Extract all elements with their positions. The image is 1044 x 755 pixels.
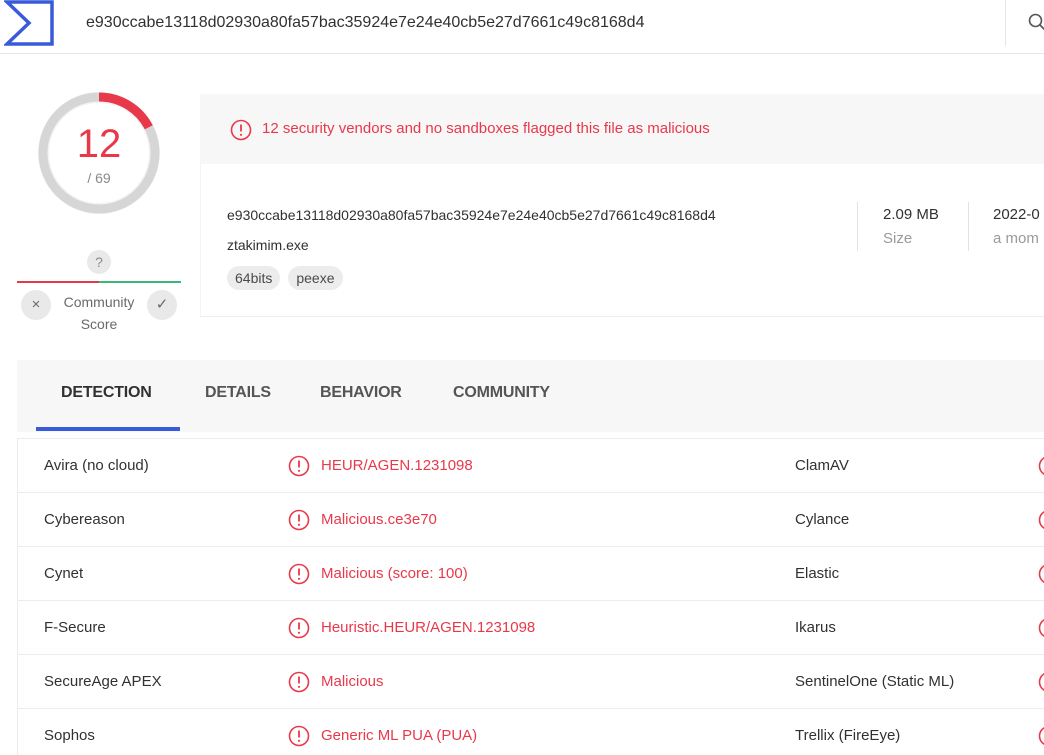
table-row: Avira (no cloud) HEUR/AGEN.1231098 ClamAV <box>18 439 1044 493</box>
tab-bar: DETECTION DETAILS BEHAVIOR COMMUNITY <box>17 360 1044 432</box>
alert-icon <box>1038 455 1044 482</box>
alert-icon <box>288 563 310 590</box>
vendor-name: Avira (no cloud) <box>44 457 149 474</box>
vendor-name: Elastic <box>795 565 840 582</box>
file-info-card: e930ccabe13118d02930a80fa57bac35924e7e24… <box>200 164 1044 317</box>
top-bar <box>0 0 1044 54</box>
last-analysis-date: 2022-0 <box>993 206 1040 223</box>
tab-community[interactable]: COMMUNITY <box>453 384 550 402</box>
last-analysis-relative: a mom <box>993 230 1039 247</box>
search-button[interactable] <box>1005 0 1044 46</box>
community-positive-bar <box>99 281 181 283</box>
table-row: Cybereason Malicious.ce3e70 Cylance <box>18 493 1044 547</box>
file-tag[interactable]: peexe <box>288 266 343 290</box>
alert-icon <box>230 119 252 141</box>
community-score: ? × Community Score ✓ <box>17 248 181 338</box>
divider <box>968 202 969 251</box>
table-row: Sophos Generic ML PUA (PUA) Trellix (FireE… <box>18 709 1044 755</box>
community-negative-bar <box>17 281 99 283</box>
vendor-name: SentinelOne (Static ML) <box>795 673 955 690</box>
community-score-label: Community Score <box>63 294 135 332</box>
vendor-name: F-Secure <box>44 619 106 636</box>
tab-details[interactable]: DETAILS <box>205 384 271 402</box>
malicious-alert-banner: 12 security vendors and no sandboxes fla… <box>200 94 1044 164</box>
tab-behavior[interactable]: BEHAVIOR <box>320 384 402 402</box>
alert-icon <box>288 671 310 698</box>
virustotal-logo[interactable] <box>2 0 54 46</box>
alert-icon <box>288 725 310 752</box>
table-row: SecureAge APEX Malicious SentinelOne (Stat… <box>18 655 1044 709</box>
vote-harmless-button[interactable]: ✓ <box>147 290 177 320</box>
alert-icon <box>1038 671 1044 698</box>
detection-result: Generic ML PUA (PUA) <box>321 727 478 744</box>
detection-result: Heuristic.HEUR/AGEN.1231098 <box>321 619 536 636</box>
table-row: Cynet Malicious (score: 100) Elastic <box>18 547 1044 601</box>
file-tag[interactable]: 64bits <box>227 266 281 290</box>
detection-result: HEUR/AGEN.1231098 <box>321 457 473 474</box>
alert-icon <box>288 617 310 644</box>
alert-text: 12 security vendors and no sandboxes fla… <box>262 120 710 137</box>
alert-icon <box>1038 563 1044 590</box>
vendor-name: Ikarus <box>795 619 836 636</box>
vendor-name: ClamAV <box>795 457 849 474</box>
table-row: F-Secure Heuristic.HEUR/AGEN.1231098 Ikaru… <box>18 601 1044 655</box>
vote-malicious-button[interactable]: × <box>21 290 51 320</box>
file-hash: e930ccabe13118d02930a80fa57bac35924e7e24… <box>227 207 716 223</box>
vendor-name: Cybereason <box>44 511 125 528</box>
divider <box>857 202 858 251</box>
alert-icon <box>288 455 310 482</box>
alert-icon <box>1038 509 1044 536</box>
detection-result: Malicious <box>321 673 384 690</box>
help-icon[interactable]: ? <box>87 250 111 274</box>
file-tags: 64bits peexe <box>227 266 343 290</box>
file-size-label: Size <box>883 230 913 247</box>
file-size-value: 2.09 MB <box>883 206 939 223</box>
tab-detection[interactable]: DETECTION <box>61 384 152 402</box>
vendor-name: SecureAge APEX <box>44 673 162 690</box>
vendor-name: Sophos <box>44 727 95 744</box>
detection-table: Avira (no cloud) HEUR/AGEN.1231098 ClamAV C… <box>17 438 1044 755</box>
vendor-name: Trellix (FireEye) <box>795 727 901 744</box>
search-icon <box>1028 13 1044 31</box>
engine-total: / 69 <box>87 170 111 186</box>
vendor-name: Cynet <box>44 565 84 582</box>
detection-count: 12 <box>76 122 122 166</box>
search-input[interactable] <box>68 0 1006 46</box>
detection-result: Malicious (score: 100) <box>321 565 468 582</box>
alert-icon <box>1038 725 1044 752</box>
vendor-name: Cylance <box>795 511 850 528</box>
file-name: ztakimim.exe <box>227 237 309 253</box>
active-tab-indicator <box>36 427 180 431</box>
alert-icon <box>288 509 310 536</box>
alert-icon <box>1038 617 1044 644</box>
detection-result: Malicious.ce3e70 <box>321 511 437 528</box>
